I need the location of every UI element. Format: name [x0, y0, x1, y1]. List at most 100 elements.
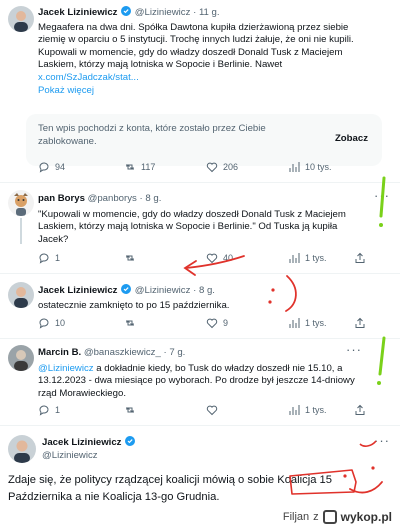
heart-icon	[206, 318, 218, 329]
views-icon	[289, 405, 300, 415]
repost-icon	[126, 164, 134, 170]
reply-count: 10	[55, 318, 66, 328]
show-more-link[interactable]: Pokaż więcej	[38, 85, 390, 97]
divider	[0, 182, 400, 183]
post-time[interactable]: 8 g.	[145, 193, 161, 204]
author-handle[interactable]: @Liziniewicz	[135, 285, 191, 296]
text-line: Laskiem, którzy mają lotniska w Sopocie …	[38, 221, 338, 233]
heart-icon	[206, 405, 218, 416]
views-button[interactable]: 1 tys.	[288, 317, 327, 329]
repost-count: 117	[141, 162, 156, 172]
avatar[interactable]	[8, 435, 36, 463]
avatar[interactable]	[8, 190, 34, 216]
like-button[interactable]: 40	[206, 252, 233, 264]
share-icon	[355, 317, 365, 328]
like-button[interactable]: 9	[206, 317, 228, 329]
reply-button[interactable]: 1	[38, 252, 60, 264]
verified-badge-icon	[125, 436, 136, 446]
text-line: @Liziniewicz a dokładnie kiedy, bo Tusk …	[38, 363, 390, 375]
tweet-text: ostatecznie zamknięto to po 15 październ…	[38, 300, 390, 312]
views-count: 1 tys.	[305, 405, 327, 415]
tweet-header: Marcin B. @banaszkiewicz_ · 7 g.	[38, 347, 186, 358]
avatar[interactable]	[8, 6, 34, 32]
heart-icon	[206, 253, 218, 264]
more-options-icon[interactable]: ···	[374, 188, 390, 203]
avatar[interactable]	[8, 282, 34, 308]
watermark-author: Filjan	[282, 511, 310, 523]
author-name[interactable]: pan Borys	[38, 193, 85, 204]
like-button[interactable]	[206, 404, 218, 416]
text-line: Kupowali w momencie, gdy do władzy dosze…	[38, 46, 343, 58]
views-button[interactable]: 1 tys.	[288, 252, 327, 264]
heart-icon	[206, 162, 218, 173]
reply-icon	[39, 318, 49, 329]
tweet-header: Jacek Liziniewicz	[42, 436, 390, 449]
author-handle[interactable]: @Liziniewicz	[42, 450, 98, 461]
more-options-icon[interactable]: ···	[374, 433, 390, 448]
reply-count: 94	[55, 162, 66, 172]
repost-button[interactable]: 117	[124, 161, 155, 173]
watermark-z: z	[313, 511, 319, 523]
like-button[interactable]: 206	[206, 161, 238, 173]
watermark-site: wykop.pl	[340, 510, 392, 524]
post-time[interactable]: 7 g.	[169, 347, 185, 358]
more-options-icon[interactable]: ···	[346, 342, 362, 357]
tweet-header: Jacek Liziniewicz @Liziniewicz · 11 g.	[38, 6, 220, 18]
share-button[interactable]	[354, 317, 366, 329]
tweet-text: Megaafera na dwa dni. Spółka Dawtona kup…	[38, 22, 390, 97]
tweet-actions: 94 117 206 10 tys.	[38, 161, 368, 175]
text-line: ostatecznie zamknięto to po 15 październ…	[38, 300, 230, 311]
like-count: 9	[223, 318, 229, 328]
tweet-text-large: Zdaje się, że politycy rządzącej koalicj…	[8, 472, 390, 506]
author-name[interactable]: Jacek Liziniewicz	[42, 437, 121, 448]
reply-button[interactable]: 10	[38, 317, 65, 329]
text-fragment: a dokładnie kiedy, bo Tusk do władzy dos…	[93, 363, 343, 374]
repost-icon	[126, 255, 134, 261]
author-name[interactable]: Jacek Liziniewicz	[38, 7, 117, 18]
reply-icon	[39, 405, 49, 416]
share-icon	[355, 252, 365, 263]
watermark: Filjan z wykop.pl	[283, 510, 392, 524]
tweet-text: "Kupowali w momencie, gdy do władzy dosz…	[38, 209, 390, 246]
show-blocked-button[interactable]: Zobacz	[335, 132, 368, 145]
views-count: 1 tys.	[305, 253, 327, 263]
reply-icon	[39, 162, 49, 173]
divider	[0, 425, 400, 426]
tweet-header: Jacek Liziniewicz @Liziniewicz · 8 g.	[38, 284, 215, 296]
post-time[interactable]: 8 g.	[199, 285, 215, 296]
like-count: 40	[223, 253, 234, 263]
share-button[interactable]	[354, 252, 366, 264]
avatar[interactable]	[8, 345, 34, 371]
share-button[interactable]	[354, 404, 366, 416]
text-line: rząd Morawieckiego.	[38, 387, 126, 399]
author-name[interactable]: Marcin B.	[38, 347, 81, 358]
wykop-logo-icon	[322, 510, 337, 524]
text-line: Zdaje się, że politycy rządzącej koalicj…	[8, 474, 332, 486]
views-count: 1 tys.	[305, 318, 327, 328]
text-line: ziemię w oparciu o 5 instytucji. Trochę …	[38, 34, 354, 46]
views-button[interactable]: 10 tys.	[288, 161, 332, 173]
repost-button[interactable]	[124, 317, 136, 329]
text-line: 13.12.2023 - dwa miesiące po wyborach. P…	[38, 375, 355, 387]
author-handle[interactable]: @panborys	[88, 193, 137, 204]
repost-button[interactable]	[124, 404, 136, 416]
mention-link[interactable]: @Liziniewicz	[38, 363, 94, 374]
reply-button[interactable]: 1	[38, 404, 60, 416]
like-count: 206	[223, 162, 239, 172]
tweet-actions: 1 1 tys.	[38, 404, 368, 418]
reply-button[interactable]: 94	[38, 161, 65, 173]
post-time[interactable]: 11 g.	[199, 7, 220, 18]
reply-count: 1	[55, 405, 61, 415]
repost-button[interactable]	[124, 252, 136, 264]
author-handle[interactable]: @banaszkiewicz_	[84, 347, 161, 358]
views-button[interactable]: 1 tys.	[288, 404, 327, 416]
views-icon	[289, 318, 300, 328]
views-icon	[289, 253, 300, 263]
reply-count: 1	[55, 253, 61, 263]
share-icon	[355, 404, 365, 415]
blocked-quote-card: Ten wpis pochodzi z konta, które zostało…	[26, 114, 382, 166]
author-handle[interactable]: @Liziniewicz	[135, 7, 191, 18]
author-name[interactable]: Jacek Liziniewicz	[38, 285, 117, 296]
tweet-link[interactable]: x.com/SzJadczak/stat...	[38, 72, 390, 84]
text-line: "Kupowali w momencie, gdy do władzy dosz…	[38, 209, 346, 220]
